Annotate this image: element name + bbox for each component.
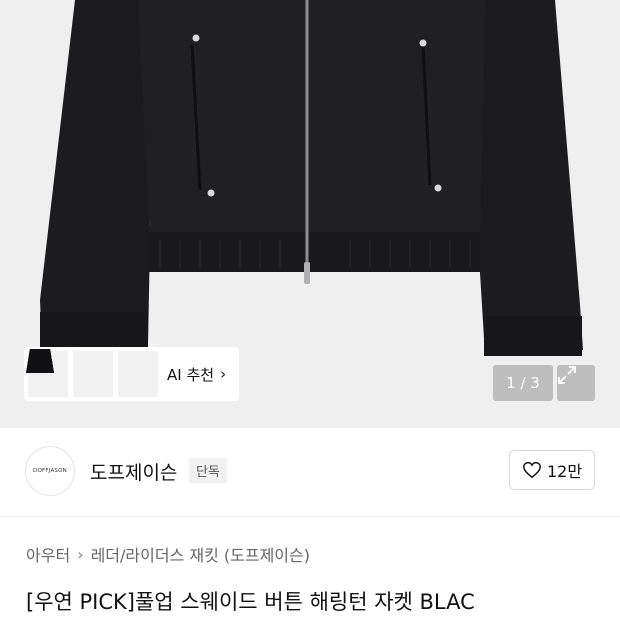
divider: [0, 516, 620, 517]
breadcrumb: 아우터 › 레더/라이더스 재킷 (도프제이슨): [26, 542, 310, 566]
recommend-thumbnail[interactable]: [26, 349, 158, 397]
breadcrumb-item[interactable]: 아우터: [26, 542, 70, 566]
product-title: [우연 PICK]풀업 스웨이드 버튼 해링턴 자켓 BLAC: [26, 590, 475, 614]
ai-recommend-label[interactable]: AI 추천: [167, 364, 214, 385]
breadcrumb-item[interactable]: 레더/라이더스 재킷 (도프제이슨): [91, 542, 310, 566]
brand-row: DOFFJASON 도프제이슨 단독 12만: [0, 428, 620, 516]
expand-icon: [558, 366, 576, 384]
expand-button[interactable]: [557, 365, 595, 401]
brand-name[interactable]: 도프제이슨: [90, 458, 177, 485]
like-button[interactable]: 12만: [509, 450, 595, 490]
image-counter: 1 / 3: [493, 365, 553, 401]
brand-logo-text: DOFFJASON: [33, 468, 67, 474]
heart-icon: [523, 461, 541, 479]
chevron-right-icon: ›: [220, 365, 227, 383]
ai-recommend-strip[interactable]: AI 추천 ›: [24, 347, 239, 401]
recommend-thumbnail[interactable]: [26, 349, 113, 397]
brand-logo[interactable]: DOFFJASON: [25, 446, 75, 496]
chevron-right-icon: ›: [77, 544, 84, 564]
like-count: 12만: [546, 462, 583, 481]
product-image-gallery[interactable]: AI 추천 › 1 / 3: [0, 0, 620, 428]
exclusive-badge: 단독: [189, 458, 227, 483]
